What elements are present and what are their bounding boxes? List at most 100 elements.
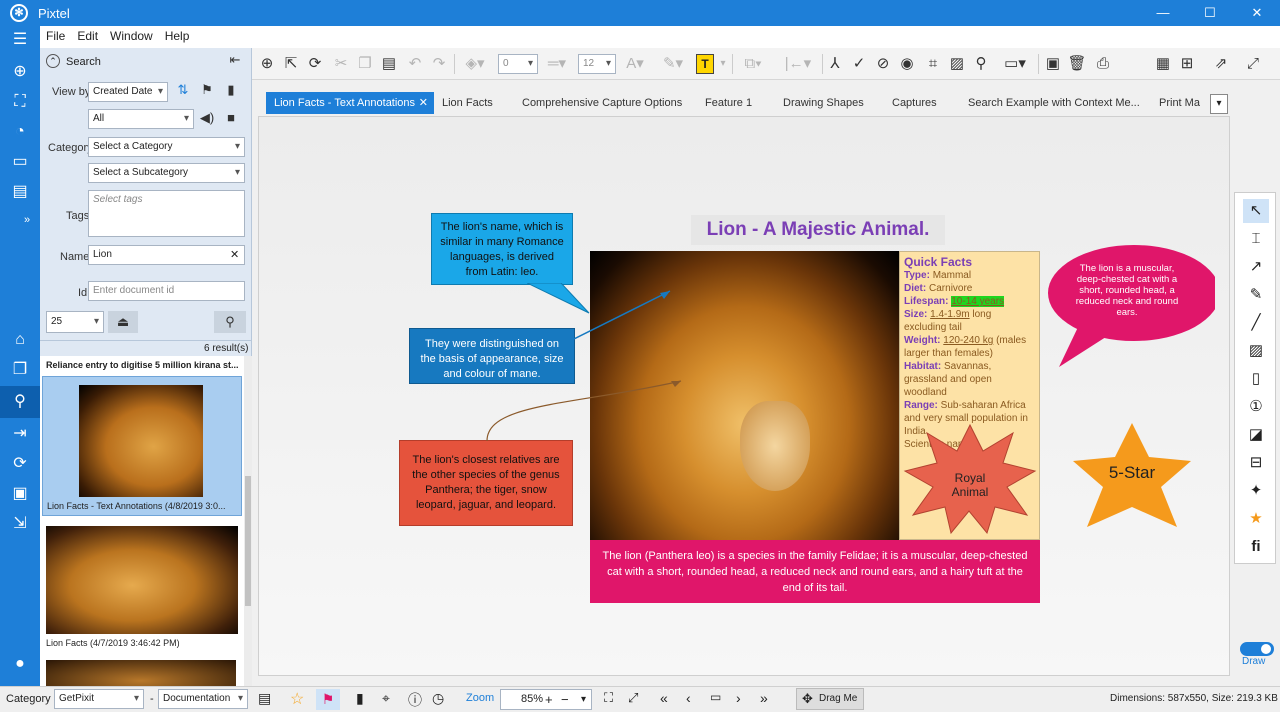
favorite-star-icon[interactable]: ☆ bbox=[290, 689, 304, 709]
pop-out-icon[interactable]: ⇗ bbox=[1210, 54, 1232, 74]
first-page-icon[interactable]: « bbox=[660, 690, 668, 706]
tab-search-example[interactable]: Search Example with Context Me... bbox=[960, 92, 1148, 114]
type-filter-select[interactable]: All bbox=[88, 109, 194, 129]
search-submit-icon[interactable]: ⚲ bbox=[214, 311, 246, 333]
new-icon[interactable]: ⊕ bbox=[256, 54, 278, 74]
copy-icon[interactable]: ❐ bbox=[354, 54, 376, 74]
arrow-tool-icon[interactable]: ↗ bbox=[1243, 255, 1269, 279]
merge-icon[interactable]: ⅄ bbox=[824, 54, 846, 74]
tab-captures[interactable]: Captures bbox=[884, 92, 945, 114]
drag-me-button[interactable]: ✥ Drag Me bbox=[796, 688, 864, 710]
account-card-icon[interactable]: ▣ bbox=[0, 480, 40, 508]
redo-icon[interactable]: ↷ bbox=[428, 54, 450, 74]
zoom-input[interactable]: 85% + − ▾ bbox=[500, 689, 592, 710]
hide-icon[interactable]: ⊘ bbox=[872, 54, 894, 74]
flag-icon[interactable]: ⚑ bbox=[316, 689, 340, 710]
zoom-tool-icon[interactable]: ⚲ bbox=[970, 54, 992, 74]
sort-az-icon[interactable]: ⇅ bbox=[174, 82, 192, 98]
undo-icon[interactable]: ↶ bbox=[404, 54, 426, 74]
border-style-icon[interactable]: ▭▾ bbox=[998, 54, 1032, 74]
clear-search-icon[interactable]: ⏏ bbox=[108, 311, 138, 333]
document-canvas[interactable]: Lion - A Majestic Animal. Quick Facts Ty… bbox=[258, 116, 1230, 676]
table-tool-icon[interactable]: ⊟ bbox=[1243, 451, 1269, 475]
pen-tool-icon[interactable]: ✎ bbox=[1243, 283, 1269, 307]
fill-color-icon[interactable]: ◈▾ bbox=[458, 54, 492, 74]
delete-icon[interactable]: 🗑 bbox=[1066, 54, 1088, 74]
image-icon[interactable]: ▨ bbox=[946, 54, 968, 74]
menu-file[interactable]: File bbox=[40, 26, 71, 46]
collapse-chevron-icon[interactable]: ⌃ bbox=[46, 54, 60, 68]
arrange-icon[interactable]: ⧉▾ bbox=[736, 54, 770, 74]
menu-window[interactable]: Window bbox=[104, 26, 159, 46]
tags-input[interactable]: Select tags bbox=[88, 190, 245, 237]
result-item-selected[interactable]: Lion Facts - Text Annotations (4/8/2019 … bbox=[42, 376, 242, 516]
subcategory-select[interactable]: Select a Subcategory bbox=[88, 163, 245, 183]
line-style-icon[interactable]: ═▾ bbox=[540, 54, 574, 74]
results-scrollbar[interactable] bbox=[244, 356, 252, 686]
library-icon[interactable]: ❐ bbox=[0, 356, 40, 384]
region-capture-icon[interactable]: ⛶ bbox=[0, 88, 40, 116]
ligature-tool-icon[interactable]: ﬁ bbox=[1243, 535, 1269, 559]
sync-icon[interactable]: ⟳ bbox=[0, 450, 40, 478]
category-select[interactable]: Select a Category bbox=[88, 137, 245, 157]
sparkle-tool-icon[interactable]: ✦ bbox=[1243, 479, 1269, 503]
tag-icon[interactable]: ⌖ bbox=[382, 690, 390, 707]
image-edit-tool-icon[interactable]: ◪ bbox=[1243, 423, 1269, 447]
tab-drawing-shapes[interactable]: Drawing Shapes bbox=[775, 92, 872, 114]
magic-wand-icon[interactable]: ✓ bbox=[848, 54, 870, 74]
add-widget-icon[interactable]: ⊞ bbox=[1176, 54, 1198, 74]
last-page-icon[interactable]: » bbox=[760, 690, 768, 706]
grid-view-icon[interactable]: ▦ bbox=[1152, 54, 1174, 74]
name-input[interactable]: Lion bbox=[88, 245, 245, 265]
menu-help[interactable]: Help bbox=[159, 26, 196, 46]
spacing-select[interactable]: 0 bbox=[498, 54, 538, 74]
save-icon[interactable]: ▣ bbox=[1042, 54, 1064, 74]
close-tab-icon[interactable]: ✕ bbox=[419, 92, 428, 114]
window-capture-icon[interactable]: ▭ bbox=[0, 148, 40, 176]
hamburger-menu-icon[interactable]: ☰ bbox=[0, 26, 40, 54]
draw-toggle[interactable] bbox=[1240, 642, 1274, 656]
step-number-tool-icon[interactable]: ① bbox=[1243, 395, 1269, 419]
result-item-caption[interactable]: Reliance entry to digitise 5 million kir… bbox=[46, 360, 240, 370]
notes-icon[interactable]: ▤ bbox=[258, 690, 271, 707]
bookmark-icon[interactable]: ▮ bbox=[356, 690, 364, 707]
status-category-select[interactable]: GetPixit bbox=[54, 689, 144, 709]
edit-open-icon[interactable]: ⇱ bbox=[280, 54, 302, 74]
record-icon[interactable]: ◉ bbox=[896, 54, 918, 74]
page-view-icon[interactable]: ▭ bbox=[710, 690, 721, 704]
refresh-icon[interactable]: ⟳ bbox=[304, 54, 326, 74]
callout-lion-name[interactable]: The lion's name, which is similar in man… bbox=[431, 213, 573, 285]
history-icon[interactable]: ◷ bbox=[432, 690, 444, 707]
tab-print[interactable]: Print Ma bbox=[1151, 92, 1203, 114]
previous-page-icon[interactable]: ‹ bbox=[686, 690, 691, 706]
callout-relatives[interactable]: The lion's closest relatives are the oth… bbox=[399, 440, 573, 526]
fit-page-icon[interactable]: ⤢ bbox=[628, 690, 638, 706]
export-icon[interactable]: ⇥ bbox=[0, 420, 40, 448]
info-icon[interactable]: ⓘ bbox=[408, 690, 422, 710]
text-box-tool-icon[interactable]: ⌶ bbox=[1243, 227, 1269, 251]
video-filter-icon[interactable]: ■ bbox=[222, 110, 240, 125]
id-input[interactable]: Enter document id bbox=[88, 281, 245, 301]
page-size-select[interactable]: 25 bbox=[46, 311, 104, 333]
user-profile-icon[interactable]: ● bbox=[0, 650, 40, 678]
tab-comprehensive-capture[interactable]: Comprehensive Capture Options bbox=[514, 92, 690, 114]
flag-filter-icon[interactable]: ⚑ bbox=[198, 82, 216, 98]
search-nav-icon[interactable]: ⚲ bbox=[0, 386, 40, 418]
next-page-icon[interactable]: › bbox=[736, 690, 741, 706]
menu-edit[interactable]: Edit bbox=[71, 26, 104, 46]
minimize-button[interactable]: — bbox=[1140, 0, 1186, 26]
print-icon[interactable]: ⎙ bbox=[1092, 54, 1114, 74]
tabs-overflow-chevron-icon[interactable]: ▾ bbox=[1210, 94, 1228, 114]
home-icon[interactable]: ⌂ bbox=[0, 326, 40, 354]
cut-icon[interactable]: ✂ bbox=[330, 54, 352, 74]
bookmark-filter-icon[interactable]: ▮ bbox=[222, 82, 240, 98]
timer-capture-icon[interactable]: ◔ bbox=[0, 118, 40, 146]
text-highlight-button[interactable]: T bbox=[696, 54, 714, 74]
view-by-select[interactable]: Created Date bbox=[88, 82, 168, 102]
image-tool-icon[interactable]: ▨ bbox=[1243, 339, 1269, 363]
align-icon[interactable]: |←▾ bbox=[778, 54, 818, 74]
tab-lion-facts-text-annotations[interactable]: Lion Facts - Text Annotations ✕ bbox=[266, 92, 434, 114]
expand-rail-icon[interactable]: » bbox=[14, 206, 40, 234]
crop-icon[interactable]: ⌗ bbox=[922, 54, 944, 74]
star-tool-icon[interactable]: ★ bbox=[1243, 507, 1269, 531]
